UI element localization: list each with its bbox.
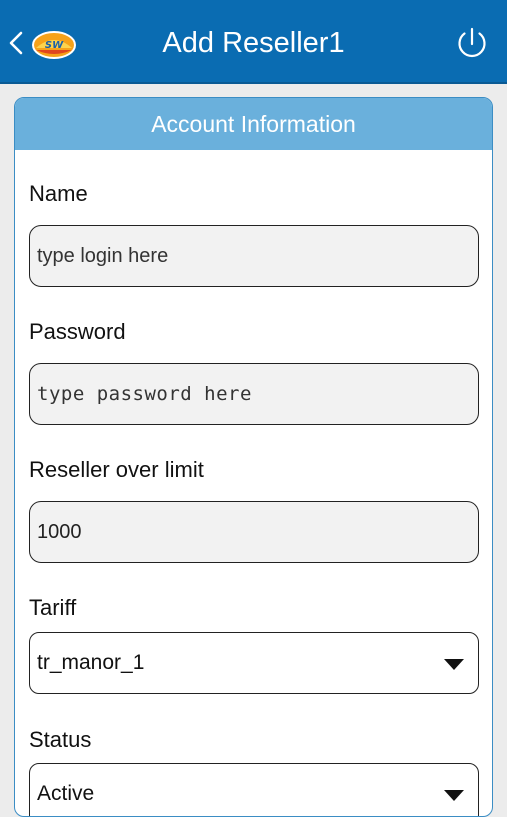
tariff-label: Tariff [29, 595, 77, 620]
password-label: Password [29, 319, 126, 344]
logout-button[interactable] [452, 24, 492, 64]
password-placeholder: type password here [37, 383, 252, 405]
app-bar: SW Add Reseller1 [0, 0, 507, 84]
name-placeholder: type login here [37, 244, 169, 267]
name-label: Name [29, 181, 88, 206]
limit-label: Reseller over limit [29, 457, 204, 482]
status-select[interactable]: Active [29, 763, 479, 816]
name-input[interactable]: type login here [29, 225, 479, 287]
limit-value: 1000 [37, 520, 82, 543]
dropdown-arrow-icon [444, 659, 464, 670]
dropdown-arrow-icon [444, 790, 464, 801]
tariff-select[interactable]: tr_manor_1 [29, 632, 479, 694]
tariff-value: tr_manor_1 [37, 651, 145, 674]
page-title: Add Reseller1 [162, 27, 345, 59]
limit-input[interactable]: 1000 [29, 501, 479, 563]
account-form-card: Account Information Name type login here… [14, 97, 493, 817]
status-value: Active [37, 782, 95, 805]
password-input[interactable]: type password here [29, 363, 479, 425]
status-label: Status [29, 727, 92, 752]
card-header: Account Information [15, 98, 492, 150]
power-icon [458, 27, 486, 58]
